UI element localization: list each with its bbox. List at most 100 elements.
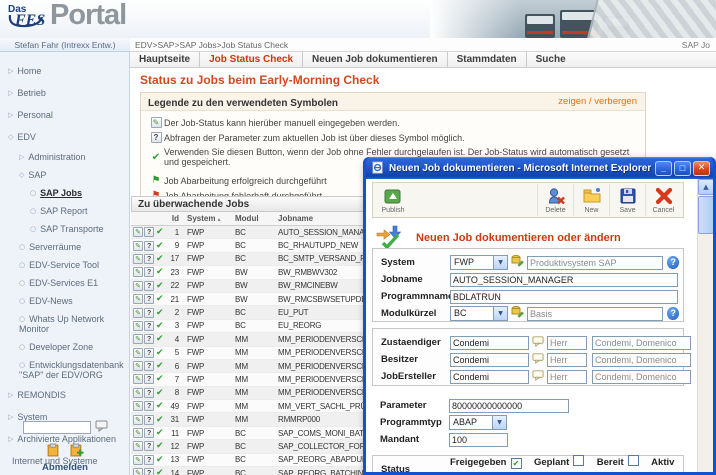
jobersteller-name-field[interactable] (450, 370, 529, 384)
mandant-field[interactable] (449, 433, 508, 447)
mark-ok-button[interactable]: ✔ (156, 254, 163, 264)
mark-ok-button[interactable]: ✔ (156, 468, 163, 475)
delete-button[interactable]: Delete (537, 184, 573, 216)
parameter-info-button[interactable]: ? (144, 281, 154, 291)
tab[interactable]: Neuen Job dokumentieren (302, 52, 447, 67)
sidebar-item[interactable]: ○Entwicklungsdatenbank "SAP" der EDV/ORG (0, 356, 129, 384)
mark-ok-button[interactable]: ✔ (156, 334, 163, 344)
sidebar-item[interactable]: ○Serverräume (0, 238, 129, 256)
edit-status-button[interactable]: ✎ (133, 267, 143, 277)
sidebar-item[interactable]: ◇EDV (0, 126, 129, 148)
scroll-up-icon[interactable]: ▲ (698, 179, 713, 195)
parameter-info-button[interactable]: ? (144, 241, 154, 251)
cancel-button[interactable]: Cancel (645, 184, 681, 216)
sidebar-item[interactable]: ○EDV-Service Tool (0, 256, 129, 274)
mark-ok-button[interactable]: ✔ (156, 361, 163, 371)
parameter-info-button[interactable]: ? (144, 348, 154, 358)
edit-status-button[interactable]: ✎ (133, 281, 143, 291)
edit-status-button[interactable]: ✎ (133, 308, 143, 318)
edit-record-icon[interactable] (511, 254, 524, 272)
logout-link[interactable]: Abmelden (0, 462, 130, 473)
clipboard-add-icon[interactable] (70, 443, 84, 457)
mark-ok-button[interactable]: ✔ (156, 401, 163, 411)
clipboard-icon[interactable] (46, 443, 60, 457)
parameter-info-button[interactable]: ? (144, 321, 154, 331)
besitzer-anrede-field[interactable] (547, 353, 587, 367)
save-button[interactable]: Save (609, 184, 645, 216)
status-checkbox[interactable] (511, 458, 522, 469)
mark-ok-button[interactable]: ✔ (156, 388, 163, 398)
maximize-button[interactable]: □ (674, 161, 691, 176)
publish-button[interactable]: Publish (375, 184, 411, 216)
column-header-system[interactable]: System▴ (179, 214, 235, 223)
edit-status-button[interactable]: ✎ (133, 401, 143, 411)
scrollbar-thumb[interactable] (698, 196, 713, 234)
new-button[interactable]: New (573, 184, 609, 216)
column-header-modul[interactable]: Modul (235, 214, 278, 223)
parameter-info-button[interactable]: ? (144, 294, 154, 304)
system-desc-field[interactable] (527, 256, 663, 270)
legend-toggle-link[interactable]: zeigen / verbergen (558, 93, 637, 111)
edit-status-button[interactable]: ✎ (133, 321, 143, 331)
edit-status-button[interactable]: ✎ (133, 227, 143, 237)
chevron-down-icon[interactable]: ▼ (493, 255, 508, 270)
parameter-info-button[interactable]: ? (144, 374, 154, 384)
parameter-info-button[interactable]: ? (144, 401, 154, 411)
dialog-titlebar[interactable]: Neuen Job dokumentieren - Microsoft Inte… (366, 157, 713, 179)
edit-status-button[interactable]: ✎ (133, 334, 143, 344)
parameter-info-button[interactable]: ? (144, 388, 154, 398)
edit-status-button[interactable]: ✎ (133, 428, 143, 438)
sidebar-item[interactable]: ○SAP Transporte (0, 220, 129, 238)
sidebar-search-input[interactable] (23, 421, 91, 434)
person-picker-icon[interactable] (532, 368, 544, 386)
besitzer-fullname-field[interactable] (592, 353, 691, 367)
mark-ok-button[interactable]: ✔ (156, 348, 163, 358)
mark-ok-button[interactable]: ✔ (156, 321, 163, 331)
sidebar-item[interactable]: ▷Administration (0, 148, 129, 166)
status-checkbox[interactable] (573, 455, 584, 466)
edit-status-button[interactable]: ✎ (133, 374, 143, 384)
parameter-info-button[interactable]: ? (144, 468, 154, 475)
zustaendiger-anrede-field[interactable] (547, 336, 587, 350)
edit-status-button[interactable]: ✎ (133, 388, 143, 398)
sidebar-item[interactable]: ○Whats Up Network Monitor (0, 310, 129, 338)
person-picker-icon[interactable] (532, 334, 544, 352)
sidebar-item[interactable]: ▷Personal (0, 104, 129, 126)
modul-desc-field[interactable] (527, 307, 663, 321)
mark-ok-button[interactable]: ✔ (156, 428, 163, 438)
sidebar-item[interactable]: ○SAP Report (0, 202, 129, 220)
modul-select[interactable]: BC ▼ (450, 306, 508, 321)
parameter-field[interactable] (449, 399, 569, 413)
sidebar-item[interactable]: ○SAP Jobs (0, 184, 129, 202)
sidebar-item[interactable]: ▷Home (0, 60, 129, 82)
mark-ok-button[interactable]: ✔ (156, 415, 163, 425)
edit-record-icon[interactable] (511, 305, 524, 323)
column-header-id[interactable]: Id (167, 214, 179, 223)
zustaendiger-name-field[interactable] (450, 336, 529, 350)
help-icon[interactable]: ? (667, 256, 679, 269)
close-button[interactable]: ✕ (693, 161, 710, 176)
sidebar-item[interactable]: ▷REMONDIS (0, 384, 129, 406)
dialog-scrollbar[interactable]: ▲ (697, 179, 713, 472)
breadcrumb[interactable]: EDV>SAP>SAP Jobs>Job Status Check (130, 40, 288, 50)
programmtyp-select[interactable]: ABAP ▼ (449, 415, 507, 430)
parameter-info-button[interactable]: ? (144, 415, 154, 425)
tab[interactable]: Suche (526, 52, 575, 67)
jobersteller-fullname-field[interactable] (592, 370, 691, 384)
parameter-info-button[interactable]: ? (144, 227, 154, 237)
help-icon[interactable]: ? (667, 307, 679, 320)
tab[interactable]: Job Status Check (199, 52, 302, 67)
speech-bubble-icon[interactable] (95, 419, 108, 437)
sidebar-item[interactable]: ◇SAP (0, 166, 129, 184)
mark-ok-button[interactable]: ✔ (156, 267, 163, 277)
besitzer-name-field[interactable] (450, 353, 529, 367)
sidebar-item[interactable]: ○EDV-Services E1 (0, 274, 129, 292)
parameter-info-button[interactable]: ? (144, 428, 154, 438)
status-checkbox[interactable] (628, 455, 639, 466)
mark-ok-button[interactable]: ✔ (156, 441, 163, 451)
mark-ok-button[interactable]: ✔ (156, 241, 163, 251)
parameter-info-button[interactable]: ? (144, 267, 154, 277)
edit-status-button[interactable]: ✎ (133, 348, 143, 358)
edit-status-button[interactable]: ✎ (133, 241, 143, 251)
person-picker-icon[interactable] (532, 351, 544, 369)
